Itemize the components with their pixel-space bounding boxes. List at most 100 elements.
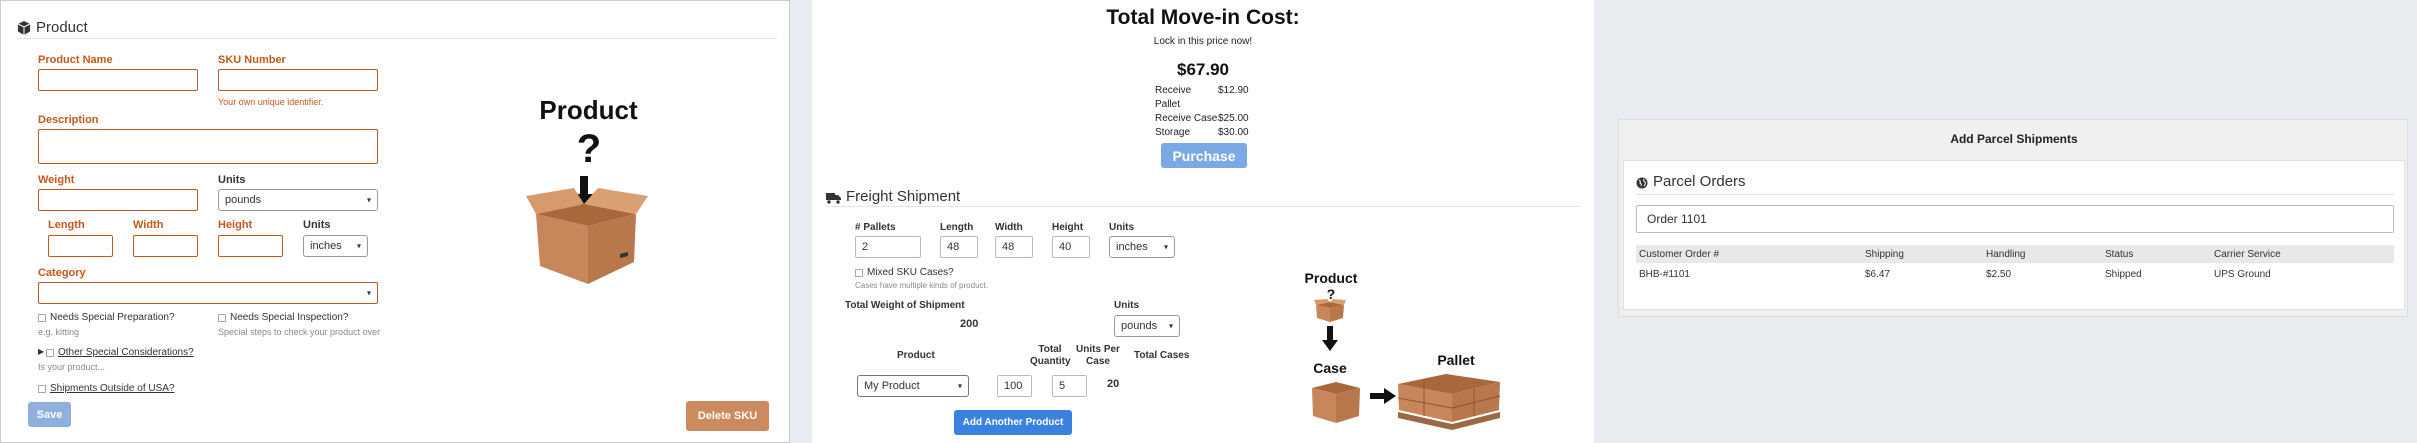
special-inspection-checkbox[interactable] bbox=[218, 314, 226, 322]
units-label: Units bbox=[1109, 222, 1134, 233]
parcel-header: Add Parcel Shipments bbox=[1950, 132, 2078, 146]
length-label: Length bbox=[48, 219, 85, 231]
save-button[interactable]: Save bbox=[28, 402, 71, 427]
select-caret-icon: ▾ bbox=[1163, 242, 1168, 252]
dim-units-value: inches bbox=[1116, 241, 1148, 253]
total-qty-col-header: Total Quantity bbox=[1030, 344, 1071, 367]
height-label: Height bbox=[218, 219, 253, 231]
parcel-title-divider bbox=[1636, 194, 2394, 195]
product-select-value: My Product bbox=[864, 380, 920, 392]
weight-units-label: Units bbox=[1114, 300, 1139, 311]
col-shipping: Shipping bbox=[1865, 248, 1904, 260]
units-label: Units bbox=[218, 174, 246, 186]
order-search-input[interactable]: Order 1101 bbox=[1636, 205, 2394, 233]
fee-label: Storage bbox=[1155, 127, 1191, 138]
col-carrier-service: Carrier Service bbox=[2214, 248, 2281, 260]
select-caret-icon: ▾ bbox=[356, 241, 361, 251]
right-arrow-icon bbox=[1370, 388, 1396, 404]
parcel-title: Parcel Orders bbox=[1653, 173, 1746, 190]
cell-carrier-service: UPS Ground bbox=[2214, 268, 2271, 280]
cell-handling: $2.50 bbox=[1986, 268, 2012, 280]
units-per-case-value: 5 bbox=[1059, 380, 1066, 392]
parcel-panel: Add Parcel Shipments Parcel Orders Order… bbox=[1618, 119, 2408, 317]
down-arrow-icon bbox=[1322, 326, 1338, 351]
purchase-button[interactable]: Purchase bbox=[1161, 143, 1247, 168]
header-divider bbox=[17, 38, 777, 39]
weight-units-select[interactable]: pounds ▾ bbox=[1114, 315, 1180, 337]
product-panel: Product Product Name SKU Number Your own… bbox=[0, 0, 790, 443]
quantity-value: 100 bbox=[1004, 380, 1023, 392]
diagram-pallet-stack bbox=[1397, 374, 1501, 430]
total-weight-label: Total Weight of Shipment bbox=[845, 300, 965, 311]
col-customer-order: Customer Order # bbox=[1639, 248, 1720, 260]
description-textarea[interactable] bbox=[38, 129, 378, 164]
col-handling: Handling bbox=[1986, 248, 2026, 260]
dim-units-select[interactable]: inches ▾ bbox=[303, 235, 368, 257]
add-another-product-button[interactable]: Add Another Product bbox=[954, 410, 1072, 435]
product-panel-header: Product bbox=[17, 19, 88, 36]
length-input[interactable]: 48 bbox=[940, 236, 978, 258]
product-illustration-title: Product bbox=[539, 95, 638, 125]
freight-divider bbox=[826, 206, 1580, 207]
other-considerations-checkbox[interactable] bbox=[46, 349, 54, 357]
select-caret-icon: ▾ bbox=[1168, 321, 1173, 331]
length-value: 48 bbox=[947, 241, 960, 253]
height-input[interactable]: 40 bbox=[1052, 236, 1090, 258]
height-input[interactable] bbox=[218, 235, 283, 257]
dim-units-label: Units bbox=[303, 219, 331, 231]
width-input[interactable] bbox=[133, 235, 198, 257]
product-name-input[interactable] bbox=[38, 69, 198, 91]
weight-units-select[interactable]: pounds ▾ bbox=[218, 189, 378, 211]
length-input[interactable] bbox=[48, 235, 113, 257]
weight-units-value: pounds bbox=[1121, 320, 1158, 332]
expand-triangle-icon[interactable]: ▶ bbox=[38, 347, 44, 356]
other-considerations-label[interactable]: Other Special Considerations? bbox=[58, 347, 194, 358]
select-caret-icon: ▾ bbox=[366, 288, 371, 298]
cell-shipping: $6.47 bbox=[1865, 268, 1891, 280]
product-select[interactable]: My Product ▾ bbox=[857, 375, 969, 397]
weight-input[interactable] bbox=[38, 189, 198, 211]
category-select[interactable]: ▾ bbox=[38, 282, 378, 304]
other-considerations-help: Is your product... bbox=[38, 362, 106, 372]
dim-units-select[interactable]: inches ▾ bbox=[1109, 236, 1175, 258]
total-weight-value: 200 bbox=[960, 318, 979, 330]
total-cases-col-header: Total Cases bbox=[1134, 350, 1190, 361]
mixed-sku-checkbox[interactable] bbox=[855, 269, 863, 277]
move-in-total: $67.90 bbox=[1177, 60, 1229, 79]
height-value: 40 bbox=[1059, 241, 1072, 253]
pallets-label: # Pallets bbox=[855, 222, 896, 233]
pallets-input[interactable]: 2 bbox=[855, 236, 921, 258]
description-label: Description bbox=[38, 114, 99, 126]
width-value: 48 bbox=[1002, 241, 1015, 253]
weight-label: Weight bbox=[38, 174, 75, 186]
table-row[interactable]: BHB-#1101 $6.47 $2.50 Shipped UPS Ground bbox=[1636, 263, 2394, 285]
parcel-title-row: Parcel Orders bbox=[1636, 173, 1746, 190]
move-in-title: Total Move-in Cost: bbox=[1106, 6, 1300, 29]
outside-usa-label[interactable]: Shipments Outside of USA? bbox=[50, 383, 175, 394]
units-per-case-col-header: Units Per Case bbox=[1076, 344, 1120, 367]
diagram-product-label: Product bbox=[1304, 270, 1358, 286]
parcel-card: Parcel Orders Order 1101 Customer Order … bbox=[1623, 160, 2405, 310]
cube-icon bbox=[17, 20, 31, 35]
category-label: Category bbox=[38, 267, 86, 279]
product-box-illustration bbox=[526, 176, 648, 284]
product-panel-title: Product bbox=[36, 19, 88, 36]
diagram-case-label: Case bbox=[1313, 360, 1347, 376]
fee-value: $30.00 bbox=[1218, 127, 1249, 138]
units-per-case-input[interactable]: 5 bbox=[1052, 375, 1087, 397]
sku-input[interactable] bbox=[218, 69, 378, 91]
freight-title: Freight Shipment bbox=[846, 188, 961, 205]
width-input[interactable]: 48 bbox=[995, 236, 1033, 258]
outside-usa-checkbox[interactable] bbox=[38, 385, 46, 393]
special-prep-checkbox[interactable] bbox=[38, 314, 46, 322]
diagram-pallet-label: Pallet bbox=[1437, 352, 1475, 368]
delete-sku-button[interactable]: Delete SKU bbox=[686, 401, 769, 431]
move-in-subtitle: Lock in this price now! bbox=[1153, 36, 1253, 47]
fee-value: $25.00 bbox=[1218, 113, 1249, 124]
length-label: Length bbox=[940, 222, 974, 233]
diagram-product-box bbox=[1314, 299, 1346, 322]
mixed-sku-label: Mixed SKU Cases? bbox=[867, 267, 954, 278]
fee-list: Receive Pallet $12.90 Receive Case $25.00 … bbox=[1155, 84, 1249, 140]
quantity-input[interactable]: 100 bbox=[997, 375, 1032, 397]
special-prep-help: e.g. kitting bbox=[38, 327, 80, 337]
